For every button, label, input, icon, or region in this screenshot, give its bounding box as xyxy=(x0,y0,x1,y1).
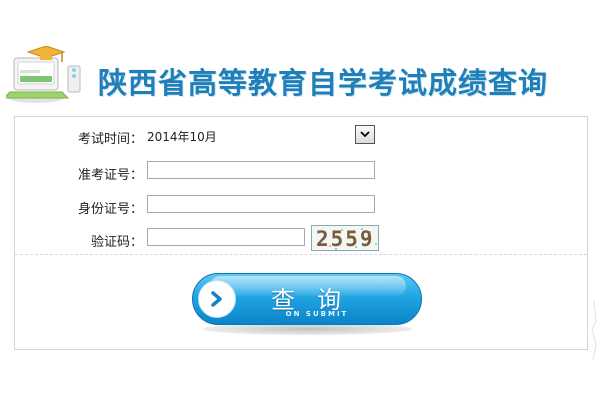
id-no-label: 身份证号： xyxy=(77,202,143,217)
admission-no-label: 准考证号： xyxy=(77,168,143,183)
submit-sublabel: ON SUBMIT xyxy=(285,310,349,318)
captcha-row: 验证码： 2559 xyxy=(15,225,587,251)
query-form-panel: 考试时间： 2014年10月 准考证号： 身份证号： 验证码： 2559 查询 … xyxy=(14,116,588,350)
exam-time-row: 考试时间： 2014年10月 xyxy=(15,125,587,147)
admission-no-row: 准考证号： xyxy=(15,161,587,183)
captcha-text: 2559 xyxy=(316,227,375,251)
page-edge-decoration xyxy=(591,300,597,360)
submit-query-button[interactable]: 查询 ON SUBMIT xyxy=(192,273,422,335)
exam-time-label: 考试时间： xyxy=(77,132,143,147)
captcha-input[interactable] xyxy=(147,228,305,246)
divider xyxy=(15,254,587,255)
exam-time-dropdown-button[interactable] xyxy=(355,125,375,144)
chevron-down-icon xyxy=(360,131,370,138)
captcha-image[interactable]: 2559 xyxy=(311,225,379,251)
page-title: 陕西省高等教育自学考试成绩查询 xyxy=(98,66,549,100)
computer-logo-icon xyxy=(6,46,81,103)
id-no-input[interactable] xyxy=(147,195,375,213)
exam-time-select-value[interactable]: 2014年10月 xyxy=(147,128,217,145)
captcha-label: 验证码： xyxy=(90,235,143,250)
header: 陕西省高等教育自学考试成绩查询 xyxy=(0,0,600,112)
id-no-row: 身份证号： xyxy=(15,195,587,217)
admission-no-input[interactable] xyxy=(147,161,375,179)
